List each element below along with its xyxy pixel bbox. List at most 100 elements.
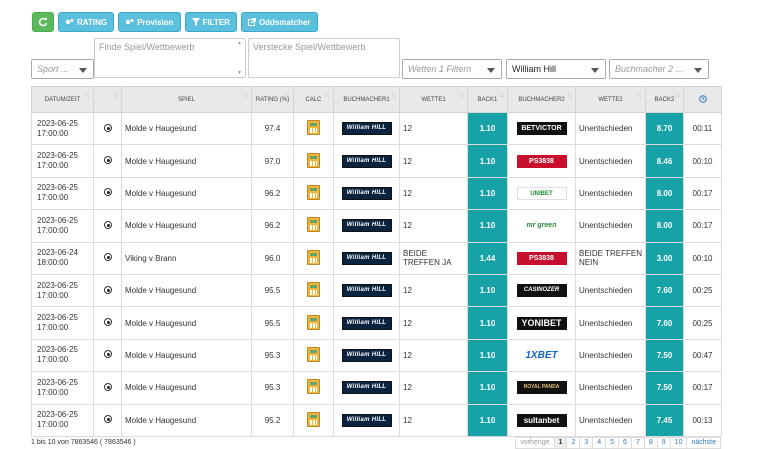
bookmaker2-logo[interactable]: PS3838 (516, 154, 567, 168)
calculator-icon[interactable] (307, 411, 320, 427)
back2-cell[interactable]: 7.45 (645, 403, 684, 437)
back2-cell[interactable]: 7.60 (645, 306, 684, 340)
back1-cell[interactable]: 1.10 (467, 209, 508, 243)
bookmaker1-logo[interactable]: William HILL (341, 316, 392, 330)
column-header[interactable]: CALC ↑↓ (293, 86, 334, 113)
table-row[interactable]: 2023-06-25 17:00:00 Molde v Haugesund 95.… (31, 403, 722, 437)
back2-cell[interactable]: 8.00 (645, 176, 684, 211)
calculator-icon[interactable] (307, 184, 320, 200)
bookmaker2-logo[interactable]: CASINOZER (516, 284, 567, 298)
bookmaker2-logo[interactable]: PS3838 (516, 251, 567, 265)
column-header[interactable]: BUCHMACHER2 ↑↓ (507, 86, 576, 113)
table-row[interactable]: 2023-06-25 17:00:00 Molde v Haugesund 95.… (31, 338, 722, 373)
bookmaker1-select[interactable]: William Hill (506, 59, 606, 79)
pagination-page[interactable]: 10 (669, 437, 688, 449)
calculator-icon[interactable] (307, 152, 320, 168)
table-row[interactable]: 2023-06-25 17:00:00 Molde v Haugesund 95.… (31, 371, 722, 405)
hide-game-input[interactable]: Verstecke Spiel/Wettbewerb (248, 38, 400, 78)
table-row[interactable]: 2023-06-24 18:00:00 Viking v Brann 96.0 W… (31, 241, 722, 275)
game-cell[interactable]: Molde v Haugesund (121, 176, 252, 211)
refresh-button[interactable] (32, 12, 54, 32)
pagination-page[interactable]: 7 (630, 437, 645, 449)
column-header[interactable]: BUCHMACHER1 ↑↓ (333, 86, 400, 113)
table-row[interactable]: 2023-06-25 17:00:00 Molde v Haugesund 96.… (31, 209, 722, 243)
column-header[interactable]: DATUM/ZEIT ↑↓ (31, 86, 94, 113)
back2-cell[interactable]: 8.46 (645, 144, 684, 178)
back1-cell[interactable]: 1.10 (467, 111, 508, 146)
back1-cell[interactable]: 1.44 (467, 241, 508, 275)
back1-cell[interactable]: 1.10 (467, 273, 508, 308)
pagination-page[interactable]: 9 (656, 437, 671, 449)
pagination-page[interactable]: 5 (605, 437, 620, 449)
bookmaker2-logo[interactable]: mr green (516, 219, 567, 233)
back2-cell[interactable]: 7.50 (645, 338, 684, 373)
bookmaker2-logo[interactable]: sultanbet (516, 413, 567, 427)
bookmaker1-logo[interactable]: William HILL (341, 284, 392, 298)
table-row[interactable]: 2023-06-25 17:00:00 Molde v Haugesund 97.… (31, 144, 722, 178)
column-header[interactable]: SPIEL ↑↓ (121, 86, 252, 113)
back2-cell[interactable]: 7.60 (645, 273, 684, 308)
back2-cell[interactable]: 8.70 (645, 111, 684, 146)
bookmaker1-logo[interactable]: William HILL (341, 348, 392, 362)
bookmaker1-logo[interactable]: William HILL (341, 154, 392, 168)
back1-cell[interactable]: 1.10 (467, 403, 508, 437)
bookmaker2-logo[interactable]: 1XBET (516, 348, 567, 362)
game-cell[interactable]: Viking v Brann (121, 241, 252, 275)
bookmaker1-logo[interactable]: William HILL (341, 413, 392, 427)
bookmaker2-logo[interactable]: BETVICTOR (516, 122, 567, 136)
bookmaker1-logo[interactable]: William HILL (341, 251, 392, 265)
game-cell[interactable]: Molde v Haugesund (121, 209, 252, 243)
game-cell[interactable]: Molde v Haugesund (121, 273, 252, 308)
pagination-page[interactable]: 1 (553, 437, 568, 449)
calculator-icon[interactable] (307, 120, 320, 136)
back2-cell[interactable]: 3.00 (645, 241, 684, 275)
pagination-page[interactable]: 3 (579, 437, 594, 449)
pagination-page[interactable]: 8 (643, 437, 658, 449)
back1-cell[interactable]: 1.10 (467, 306, 508, 340)
back2-cell[interactable]: 7.50 (645, 371, 684, 405)
table-row[interactable]: 2023-06-25 17:00:00 Molde v Haugesund 95.… (31, 273, 722, 308)
pagination-next[interactable]: nächste (686, 437, 721, 449)
back1-cell[interactable]: 1.10 (467, 176, 508, 211)
game-cell[interactable]: Molde v Haugesund (121, 111, 252, 146)
game-cell[interactable]: Molde v Haugesund (121, 144, 252, 178)
game-cell[interactable]: Molde v Haugesund (121, 338, 252, 373)
bookmaker1-logo[interactable]: William HILL (341, 219, 392, 233)
oddsmatcher-button[interactable]: Oddsmatcher (240, 12, 318, 32)
calculator-icon[interactable] (307, 282, 320, 298)
column-header[interactable]: WETTE1 ↑↓ (399, 86, 468, 113)
calculator-icon[interactable] (307, 314, 320, 330)
sport-select[interactable]: Sport ... (31, 59, 94, 79)
back2-cell[interactable]: 8.00 (645, 209, 684, 243)
bookmaker1-logo[interactable]: William HILL (341, 122, 392, 136)
calculator-icon[interactable] (307, 346, 320, 362)
game-cell[interactable]: Molde v Haugesund (121, 371, 252, 405)
table-row[interactable]: 2023-06-25 17:00:00 Molde v Haugesund 96.… (31, 176, 722, 211)
table-row[interactable]: 2023-06-25 17:00:00 Molde v Haugesund 97.… (31, 111, 722, 146)
bookmaker1-logo[interactable]: William HILL (341, 381, 392, 395)
back1-cell[interactable]: 1.10 (467, 371, 508, 405)
bookmaker2-logo[interactable]: YONIBET (516, 316, 567, 330)
calculator-icon[interactable] (307, 379, 320, 395)
bets-filter-select[interactable]: Wetten 1 Filtern (402, 59, 502, 79)
scrollbar[interactable]: ▲ ▼ (235, 40, 244, 76)
back1-cell[interactable]: 1.10 (467, 144, 508, 178)
game-cell[interactable]: Molde v Haugesund (121, 403, 252, 437)
column-header[interactable]: ↑↓ (93, 86, 122, 113)
pagination-prev[interactable]: vorherige (515, 437, 555, 449)
calculator-icon[interactable] (307, 217, 320, 233)
pagination-page[interactable]: 2 (566, 437, 581, 449)
find-game-input[interactable]: Finde Spiel/Wettbewerb ▲ ▼ (94, 38, 246, 78)
table-row[interactable]: 2023-06-25 17:00:00 Molde v Haugesund 95.… (31, 306, 722, 340)
pagination-page[interactable]: 4 (592, 437, 607, 449)
column-header[interactable]: WETTE2 ↑↓ (575, 86, 646, 113)
back1-cell[interactable]: 1.10 (467, 338, 508, 373)
column-header[interactable]: BACK2 ↑↓ (645, 86, 684, 113)
bookmaker2-logo[interactable]: UNIBET (516, 186, 567, 200)
game-cell[interactable]: Molde v Haugesund (121, 306, 252, 340)
bookmaker2-select[interactable]: Buchmacher 2 ... (609, 59, 709, 79)
filter-button[interactable]: FILTER (184, 12, 237, 32)
column-header[interactable] (683, 86, 722, 113)
column-header[interactable]: BACK1 ↑↓ (467, 86, 508, 113)
bookmaker2-logo[interactable]: ROYAL PANDA (516, 381, 567, 395)
